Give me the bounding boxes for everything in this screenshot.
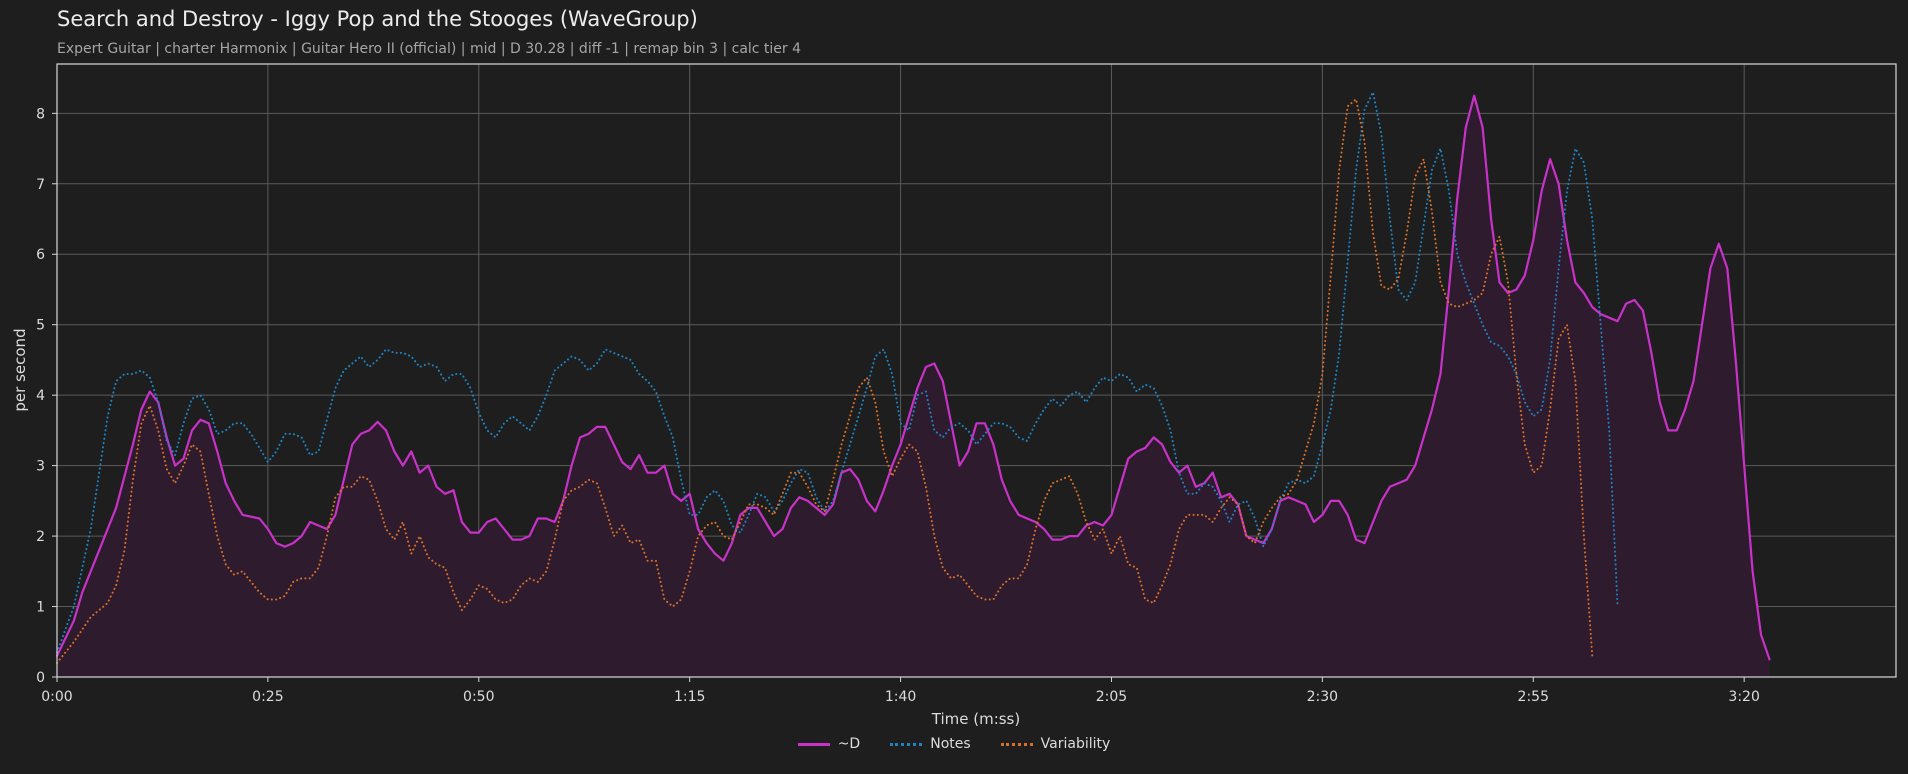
area-fill — [57, 95, 1770, 677]
x-axis-label: Time (m:ss) — [931, 710, 1020, 728]
x-tick-label: 1:40 — [885, 689, 916, 705]
d-area-fill — [57, 95, 1770, 677]
x-tick-label: 0:50 — [463, 689, 494, 705]
y-tick-label: 4 — [36, 388, 45, 404]
x-tick-label: 1:15 — [674, 689, 705, 705]
x-tick-label: 2:55 — [1518, 689, 1549, 705]
y-tick-label: 1 — [36, 600, 45, 616]
y-tick-label: 8 — [36, 106, 45, 122]
legend-swatch-notes — [890, 742, 923, 746]
x-tick-label: 2:30 — [1307, 689, 1338, 705]
legend-item-notes: Notes — [890, 736, 971, 752]
y-tick-label: 0 — [36, 670, 45, 686]
legend-label-variability: Variability — [1040, 736, 1111, 752]
y-tick-label: 5 — [36, 318, 45, 334]
x-tick-label: 0:25 — [252, 689, 283, 705]
x-tick-label: 2:05 — [1096, 689, 1127, 705]
legend-swatch-variability — [1000, 742, 1033, 746]
y-tick-label: 2 — [36, 529, 45, 545]
x-tick-label: 3:20 — [1728, 689, 1759, 705]
y-axis-label: per second — [11, 328, 29, 411]
legend: ~D Notes Variability — [0, 736, 1908, 752]
legend-label-d: ~D — [837, 736, 861, 752]
legend-item-d: ~D — [797, 736, 861, 752]
y-tick-label: 3 — [36, 459, 45, 475]
y-tick-label: 7 — [36, 177, 45, 193]
line-chart: 0:00 0:25 0:50 1:15 1:40 2:05 2:30 2:55 3:20 0 1 2 3… — [11, 63, 1897, 728]
y-tick-label: 6 — [36, 247, 45, 263]
legend-swatch-d — [797, 742, 830, 746]
legend-item-variability: Variability — [1000, 736, 1111, 752]
legend-label-notes: Notes — [930, 736, 971, 752]
x-tick-label: 0:00 — [41, 689, 72, 705]
